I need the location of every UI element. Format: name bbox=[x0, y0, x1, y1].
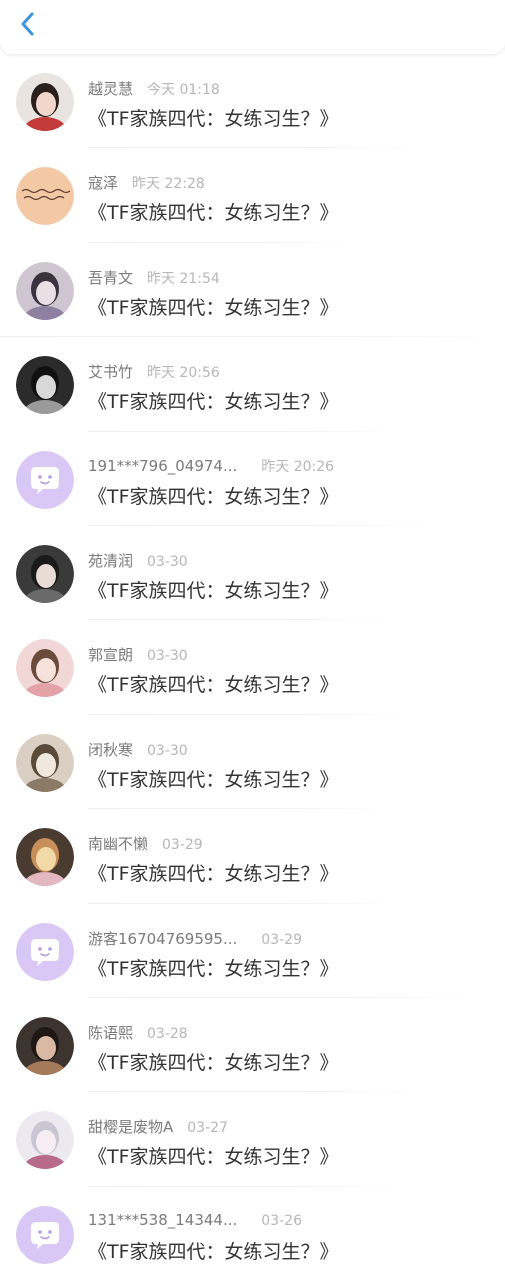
message-meta: 甜樱是废物A 03-27 bbox=[88, 1116, 228, 1137]
message-row[interactable]: 郭宣朗 03-30 《TF家族四代：女练习生？》 bbox=[0, 620, 505, 715]
message-meta: 131***538_14344... 03-26 bbox=[88, 1211, 302, 1229]
chat-bubble-icon bbox=[16, 1205, 74, 1264]
message-text[interactable]: 《TF家族四代：女练习生？》 bbox=[88, 576, 339, 603]
sender-name[interactable]: 吾青文 bbox=[88, 267, 133, 288]
chat-bubble-icon bbox=[16, 922, 74, 981]
avatar[interactable] bbox=[16, 167, 74, 226]
top-bar bbox=[0, 0, 505, 54]
default-avatar[interactable] bbox=[16, 1205, 74, 1264]
message-meta: 闭秋寒 03-30 bbox=[88, 739, 188, 760]
message-meta: 艾书竹 昨天 20:56 bbox=[88, 361, 220, 382]
message-row[interactable]: 艾书竹 昨天 20:56 《TF家族四代：女练习生？》 bbox=[0, 337, 505, 432]
message-time: 03-26 bbox=[261, 1212, 302, 1229]
chat-bubble-icon bbox=[16, 450, 74, 509]
message-time: 03-30 bbox=[147, 742, 188, 759]
chevron-left-icon bbox=[18, 10, 38, 42]
sender-name[interactable]: 南幽不懒 bbox=[88, 833, 148, 854]
message-time: 昨天 20:56 bbox=[147, 365, 220, 382]
sender-name[interactable]: 闭秋寒 bbox=[88, 739, 133, 760]
message-row[interactable]: 闭秋寒 03-30 《TF家族四代：女练习生？》 bbox=[0, 715, 505, 810]
message-text[interactable]: 《TF家族四代：女练习生？》 bbox=[88, 387, 339, 414]
sender-name[interactable]: 越灵慧 bbox=[88, 78, 133, 99]
avatar[interactable] bbox=[16, 828, 74, 887]
message-meta: 寇泽 昨天 22:28 bbox=[88, 172, 205, 193]
message-row[interactable]: 131***538_14344... 03-26 《TF家族四代：女练习生？》 bbox=[0, 1187, 505, 1281]
message-text[interactable]: 《TF家族四代：女练习生？》 bbox=[88, 1142, 339, 1169]
message-time: 03-29 bbox=[162, 837, 203, 854]
avatar[interactable] bbox=[16, 1016, 74, 1075]
message-row[interactable]: 南幽不懒 03-29 《TF家族四代：女练习生？》 bbox=[0, 809, 505, 904]
message-text[interactable]: 《TF家族四代：女练习生？》 bbox=[88, 198, 339, 225]
avatar[interactable] bbox=[16, 261, 74, 320]
message-row[interactable]: 吾青文 昨天 21:54 《TF家族四代：女练习生？》 bbox=[0, 243, 505, 338]
sender-name[interactable]: 甜樱是废物A bbox=[88, 1116, 173, 1137]
message-time: 03-30 bbox=[147, 553, 188, 570]
message-row[interactable]: 甜樱是废物A 03-27 《TF家族四代：女练习生？》 bbox=[0, 1092, 505, 1187]
message-meta: 游客16704769595... 03-29 bbox=[88, 928, 302, 949]
message-meta: 陈语熙 03-28 bbox=[88, 1022, 188, 1043]
message-text[interactable]: 《TF家族四代：女练习生？》 bbox=[88, 1237, 339, 1264]
default-avatar[interactable] bbox=[16, 450, 74, 509]
default-avatar[interactable] bbox=[16, 922, 74, 981]
avatar[interactable] bbox=[16, 1111, 74, 1170]
message-text[interactable]: 《TF家族四代：女练习生？》 bbox=[88, 859, 339, 886]
sender-name[interactable]: 郭宣朗 bbox=[88, 644, 133, 665]
message-list: 越灵慧 今天 01:18 《TF家族四代：女练习生？》 寇泽 昨天 22:28 《TF家族… bbox=[0, 54, 505, 1281]
sender-name[interactable]: 苑清润 bbox=[88, 550, 133, 571]
avatar[interactable] bbox=[16, 73, 74, 131]
message-meta: 郭宣朗 03-30 bbox=[88, 644, 188, 665]
message-meta: 苑清润 03-30 bbox=[88, 550, 188, 571]
sender-name[interactable]: 191***796_04974... bbox=[88, 457, 237, 475]
sender-name[interactable]: 游客16704769595... bbox=[88, 928, 237, 949]
avatar[interactable] bbox=[16, 544, 74, 603]
sender-name[interactable]: 寇泽 bbox=[88, 172, 118, 193]
message-row[interactable]: 苑清润 03-30 《TF家族四代：女练习生？》 bbox=[0, 526, 505, 621]
message-text[interactable]: 《TF家族四代：女练习生？》 bbox=[88, 482, 339, 509]
message-time: 03-28 bbox=[147, 1025, 188, 1042]
message-text[interactable]: 《TF家族四代：女练习生？》 bbox=[88, 1048, 339, 1075]
message-row[interactable]: 寇泽 昨天 22:28 《TF家族四代：女练习生？》 bbox=[0, 148, 505, 243]
message-time: 昨天 20:26 bbox=[261, 458, 335, 475]
message-text[interactable]: 《TF家族四代：女练习生？》 bbox=[88, 670, 339, 697]
message-time: 昨天 22:28 bbox=[132, 176, 205, 193]
message-meta: 吾青文 昨天 21:54 bbox=[88, 267, 220, 288]
message-time: 03-27 bbox=[187, 1120, 228, 1137]
message-meta: 越灵慧 今天 01:18 bbox=[88, 78, 220, 99]
message-time: 今天 01:18 bbox=[147, 82, 220, 98]
message-meta: 191***796_04974... 昨天 20:26 bbox=[88, 456, 334, 476]
message-meta: 南幽不懒 03-29 bbox=[88, 833, 203, 854]
message-row[interactable]: 191***796_04974... 昨天 20:26 《TF家族四代：女练习生？》 bbox=[0, 432, 505, 526]
sender-name[interactable]: 艾书竹 bbox=[88, 361, 133, 382]
message-text[interactable]: 《TF家族四代：女练习生？》 bbox=[88, 104, 339, 131]
message-row[interactable]: 游客16704769595... 03-29 《TF家族四代：女练习生？》 bbox=[0, 904, 505, 998]
sender-name[interactable]: 陈语熙 bbox=[88, 1022, 133, 1043]
message-time: 03-30 bbox=[147, 648, 188, 665]
message-row[interactable]: 陈语熙 03-28 《TF家族四代：女练习生？》 bbox=[0, 998, 505, 1093]
message-text[interactable]: 《TF家族四代：女练习生？》 bbox=[88, 954, 339, 981]
avatar[interactable] bbox=[16, 639, 74, 698]
sender-name[interactable]: 131***538_14344... bbox=[88, 1211, 237, 1229]
message-text[interactable]: 《TF家族四代：女练习生？》 bbox=[88, 765, 339, 792]
avatar[interactable] bbox=[16, 733, 74, 792]
message-time: 03-29 bbox=[261, 931, 302, 948]
message-row[interactable]: 越灵慧 今天 01:18 《TF家族四代：女练习生？》 bbox=[0, 54, 505, 149]
avatar[interactable] bbox=[16, 356, 74, 415]
message-text[interactable]: 《TF家族四代：女练习生？》 bbox=[88, 293, 339, 320]
back-button[interactable] bbox=[12, 10, 44, 42]
message-time: 昨天 21:54 bbox=[147, 270, 220, 287]
